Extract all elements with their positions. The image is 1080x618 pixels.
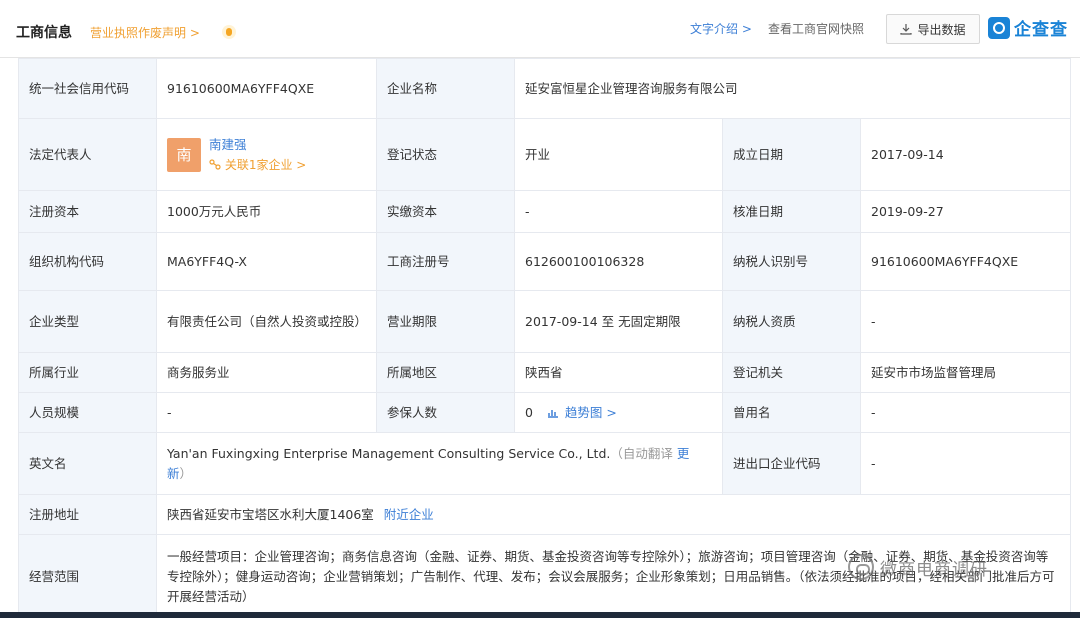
- license-void-declaration-link[interactable]: 营业执照作废声明 >: [90, 24, 200, 41]
- legal-rep-label: 法定代表人: [19, 119, 157, 191]
- table-row: 所属行业 商务服务业 所属地区 陕西省 登记机关 延安市市场监督管理局: [19, 353, 1071, 393]
- english-name-label: 英文名: [19, 433, 157, 495]
- trend-chart-icon[interactable]: [547, 407, 559, 418]
- approved-date-value: 2019-09-27: [861, 191, 1071, 233]
- biz-reg-no-label: 工商注册号: [377, 233, 515, 291]
- former-name-value: -: [861, 393, 1071, 433]
- region-label: 所属地区: [377, 353, 515, 393]
- qichacha-logo: 企查查: [988, 15, 1068, 40]
- paid-capital-value: -: [515, 191, 723, 233]
- biz-term-value: 2017-09-14 至 无固定期限: [515, 291, 723, 353]
- reg-status-label: 登记状态: [377, 119, 515, 191]
- authority-value: 延安市市场监督管理局: [861, 353, 1071, 393]
- insured-count-value: 0: [525, 405, 533, 420]
- download-icon: [900, 23, 912, 35]
- reg-capital-label: 注册资本: [19, 191, 157, 233]
- table-row: 英文名 Yan'an Fuxingxing Enterprise Managem…: [19, 433, 1071, 495]
- header-bar: 工商信息 营业执照作废声明 > 文字介绍 > 查看工商官网快照 导出数据 企查查: [0, 0, 1080, 58]
- table-row: 组织机构代码 MA6YFF4Q-X 工商注册号 612600100106328 …: [19, 233, 1071, 291]
- table-row: 统一社会信用代码 91610600MA6YFF4QXE 企业名称 延安富恒星企业…: [19, 59, 1071, 119]
- related-companies-text: 关联1家企业 >: [225, 158, 307, 172]
- region-value: 陕西省: [515, 353, 723, 393]
- founded-date-label: 成立日期: [723, 119, 861, 191]
- company-type-value: 有限责任公司（自然人投资或控股）: [157, 291, 377, 353]
- logo-text: 企查查: [1014, 15, 1068, 40]
- wechat-icon: [848, 554, 874, 580]
- insured-count-label: 参保人数: [377, 393, 515, 433]
- reg-status-value: 开业: [515, 119, 723, 191]
- import-export-code-value: -: [861, 433, 1071, 495]
- nearby-companies-link[interactable]: 附近企业: [384, 507, 434, 522]
- reg-address-cell: 陕西省延安市宝塔区水利大厦1406室 附近企业: [157, 495, 1071, 535]
- staff-size-value: -: [157, 393, 377, 433]
- former-name-label: 曾用名: [723, 393, 861, 433]
- taxpayer-id-label: 纳税人识别号: [723, 233, 861, 291]
- biz-term-label: 营业期限: [377, 291, 515, 353]
- export-data-button[interactable]: 导出数据: [886, 14, 980, 44]
- authority-label: 登记机关: [723, 353, 861, 393]
- trend-chart-link[interactable]: 趋势图 >: [565, 405, 617, 420]
- avatar[interactable]: 南: [167, 138, 201, 172]
- industry-label: 所属行业: [19, 353, 157, 393]
- legal-rep-name-link[interactable]: 南建强: [209, 135, 306, 155]
- business-info-table: 统一社会信用代码 91610600MA6YFF4QXE 企业名称 延安富恒星企业…: [18, 58, 1071, 618]
- logo-icon: [988, 17, 1010, 39]
- table-row: 注册资本 1000万元人民币 实缴资本 - 核准日期 2019-09-27: [19, 191, 1071, 233]
- table-row: 人员规模 - 参保人数 0 趋势图 > 曾用名 -: [19, 393, 1071, 433]
- related-companies-link[interactable]: 关联1家企业 >: [209, 155, 306, 175]
- legal-rep-cell: 南 南建强 关联1家企业 >: [157, 119, 377, 191]
- auto-translate-close: ）: [180, 466, 193, 481]
- bottom-edge: [0, 612, 1080, 618]
- company-type-label: 企业类型: [19, 291, 157, 353]
- notice-icon: [222, 25, 236, 39]
- reg-address-label: 注册地址: [19, 495, 157, 535]
- relation-icon: [209, 159, 221, 170]
- org-code-value: MA6YFF4Q-X: [157, 233, 377, 291]
- wechat-watermark: 微商电商调研: [848, 554, 988, 580]
- business-scope-label: 经营范围: [19, 535, 157, 618]
- org-code-label: 组织机构代码: [19, 233, 157, 291]
- english-name-value: Yan'an Fuxingxing Enterprise Management …: [167, 446, 610, 461]
- export-label: 导出数据: [917, 21, 965, 38]
- paid-capital-label: 实缴资本: [377, 191, 515, 233]
- credit-code-label: 统一社会信用代码: [19, 59, 157, 119]
- reg-capital-value: 1000万元人民币: [157, 191, 377, 233]
- insured-count-cell: 0 趋势图 >: [515, 393, 723, 433]
- import-export-code-label: 进出口企业代码: [723, 433, 861, 495]
- founded-date-value: 2017-09-14: [861, 119, 1071, 191]
- table-row: 企业类型 有限责任公司（自然人投资或控股） 营业期限 2017-09-14 至 …: [19, 291, 1071, 353]
- credit-code-value: 91610600MA6YFF4QXE: [157, 59, 377, 119]
- section-title: 工商信息: [16, 22, 72, 42]
- watermark-text: 微商电商调研: [880, 555, 988, 580]
- auto-translate-note: （自动翻译: [610, 446, 673, 461]
- reg-address-value: 陕西省延安市宝塔区水利大厦1406室: [167, 507, 374, 522]
- text-intro-link[interactable]: 文字介绍 >: [690, 20, 752, 37]
- taxpayer-id-value: 91610600MA6YFF4QXE: [861, 233, 1071, 291]
- approved-date-label: 核准日期: [723, 191, 861, 233]
- company-name-value: 延安富恒星企业管理咨询服务有限公司: [515, 59, 1071, 119]
- official-snapshot-link[interactable]: 查看工商官网快照: [768, 20, 864, 37]
- table-row: 注册地址 陕西省延安市宝塔区水利大厦1406室 附近企业: [19, 495, 1071, 535]
- industry-value: 商务服务业: [157, 353, 377, 393]
- biz-reg-no-value: 612600100106328: [515, 233, 723, 291]
- taxpayer-qual-label: 纳税人资质: [723, 291, 861, 353]
- staff-size-label: 人员规模: [19, 393, 157, 433]
- taxpayer-qual-value: -: [861, 291, 1071, 353]
- table-row: 法定代表人 南 南建强 关联1家企业 > 登记状态 开业 成立日期 2017-0…: [19, 119, 1071, 191]
- english-name-cell: Yan'an Fuxingxing Enterprise Management …: [157, 433, 723, 495]
- company-name-label: 企业名称: [377, 59, 515, 119]
